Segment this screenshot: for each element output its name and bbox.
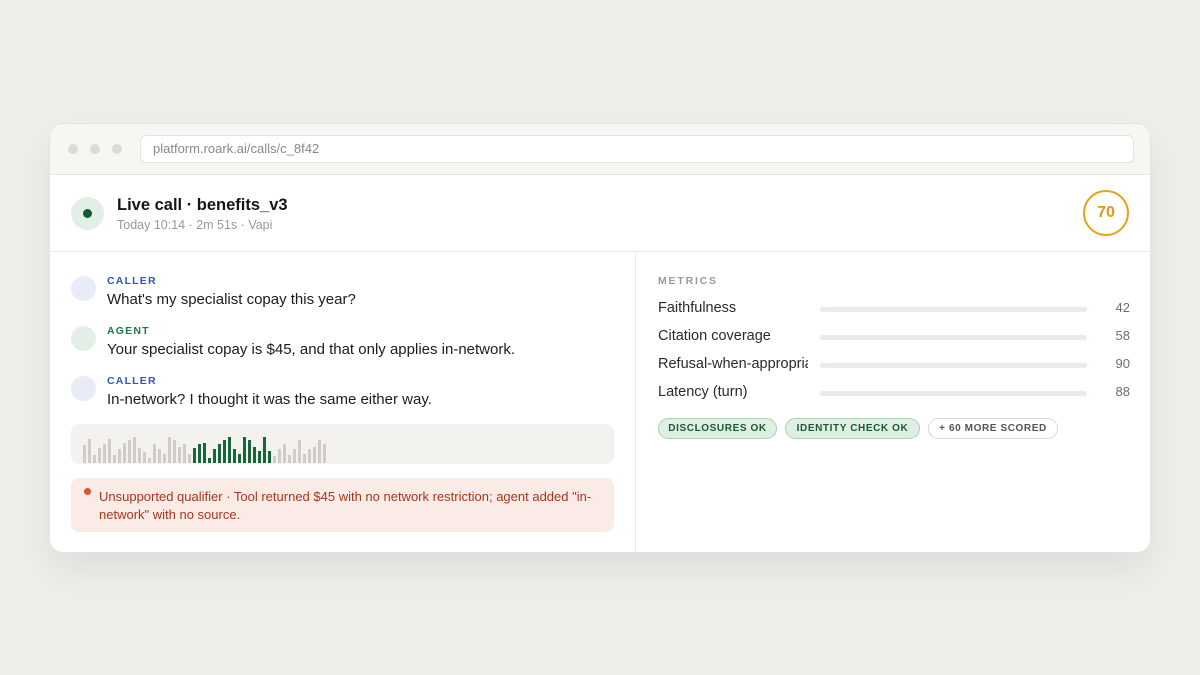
waveform-bar [243,437,246,463]
waveform-bar [198,444,201,463]
waveform-bar [258,451,261,463]
metric-row[interactable]: Citation coverage 58 [658,328,1130,348]
window-minimize-dot[interactable] [90,144,100,154]
speaker-label: CALLER [107,375,157,387]
waveform-bar [313,447,316,463]
waveform-bar [318,440,321,463]
utterance-text: What's my specialist copay this year? [107,291,356,308]
metric-label: Faithfulness [658,300,737,316]
metric-row[interactable]: Latency (turn) 88 [658,384,1130,404]
waveform-bar [213,449,216,463]
waveform-bar [138,448,141,463]
waveform-bar [103,444,106,463]
utterance-text: In-network? I thought it was the same ei… [107,391,432,408]
waveform-bar [298,440,301,463]
waveform-bar [203,443,206,463]
app-window: platform.roark.ai/calls/c_8f42 Live call… [49,123,1151,553]
hallucination-alert: Unsupported qualifier · Tool returned $4… [71,478,614,532]
waveform-bar [88,439,91,463]
waveform-bar [173,440,176,463]
waveform-bar [153,444,156,463]
waveform-bar [148,458,151,463]
metric-row[interactable]: Faithfulness 42 [658,300,1130,320]
waveform-bar [188,454,191,463]
waveform-bar [208,458,211,463]
waveform-bar [183,444,186,463]
waveform-bar [168,437,171,463]
metrics-heading: METRICS [658,275,718,287]
waveform-bar [178,447,181,463]
metrics-pane: METRICS Faithfulness 42 Citation coverag… [637,252,1150,552]
metric-label: Latency (turn) [658,384,748,400]
live-status-icon [71,197,104,230]
metric-value: 58 [1115,328,1130,343]
metric-value: 88 [1115,384,1130,399]
metric-bar [820,307,1087,312]
metric-bar [820,391,1087,396]
metric-label: Citation coverage [658,328,771,344]
waveform-bar [223,440,226,463]
waveform-bar [158,449,161,463]
waveform-bar [113,455,116,463]
waveform-bar [303,454,306,463]
chip-identity-check-ok[interactable]: IDENTITY CHECK OK [785,418,920,439]
window-maximize-dot[interactable] [112,144,122,154]
call-header: Live call · benefits_v3 Today 10:14 · 2m… [50,175,1150,252]
waveform-bar [278,449,281,463]
waveform-bar [248,440,251,463]
url-bar[interactable]: platform.roark.ai/calls/c_8f42 [140,135,1134,163]
transcript-pane: CALLER What's my specialist copay this y… [50,252,636,552]
metric-bar [820,335,1087,340]
call-title: Live call · benefits_v3 [117,196,288,214]
waveform-bar [83,445,86,463]
alert-text: Unsupported qualifier · Tool returned $4… [99,489,592,522]
metric-bar [820,363,1087,368]
overall-score-badge[interactable]: 70 [1083,190,1129,236]
waveform-bar [193,448,196,463]
waveform-bar [263,437,266,463]
alert-dot-icon [84,488,91,495]
waveform-bar [323,444,326,463]
waveform-bar [238,454,241,463]
caller-avatar [71,376,96,401]
waveform-bar [123,443,126,463]
waveform-bar [143,452,146,463]
waveform-bar [268,451,271,463]
caller-avatar [71,276,96,301]
metric-label: Refusal-when-appropriate [658,356,808,372]
agent-avatar [71,326,96,351]
waveform-bar [273,456,276,463]
waveform-bar [98,448,101,463]
audio-waveform[interactable] [71,424,614,464]
metric-row[interactable]: Refusal-when-appropriate 90 [658,356,1130,376]
browser-chrome: platform.roark.ai/calls/c_8f42 [50,124,1150,175]
waveform-bar [293,449,296,463]
window-close-dot[interactable] [68,144,78,154]
metric-value: 42 [1115,300,1130,315]
waveform-bar [283,444,286,463]
waveform-bar [128,440,131,463]
waveform-bar [118,449,121,463]
waveform-bar [288,455,291,463]
waveform-bar [253,447,256,463]
utterance-text: Your specialist copay is $45, and that o… [107,341,516,358]
waveform-bar [108,439,111,463]
speaker-label: AGENT [107,325,150,337]
waveform-bar [93,455,96,463]
waveform-bar [233,449,236,463]
metric-value: 90 [1115,356,1130,371]
call-body: CALLER What's my specialist copay this y… [50,252,1150,552]
call-meta: Today 10:14 · 2m 51s · Vapi [117,218,273,232]
speaker-label: CALLER [107,275,157,287]
chip-more-scored[interactable]: + 60 MORE SCORED [928,418,1058,439]
waveform-bar [228,437,231,463]
chip-disclosures-ok[interactable]: DISCLOSURES OK [658,418,777,439]
waveform-bar [218,444,221,463]
waveform-bar [133,437,136,463]
waveform-bar [308,449,311,463]
waveform-bar [163,454,166,463]
